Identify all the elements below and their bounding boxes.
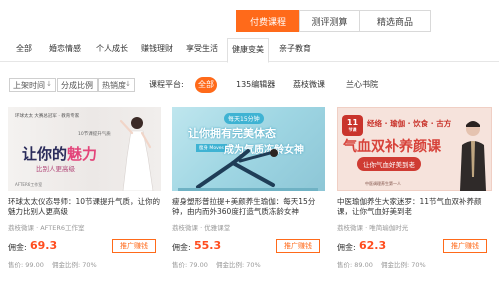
- platform-lanxin[interactable]: 兰心书院: [346, 77, 378, 93]
- sort-arrow-icon: ↓: [125, 80, 131, 88]
- instructor-figure-image: [460, 121, 486, 191]
- thumbnail-subline: 比别人更高级: [36, 165, 75, 173]
- sale-price: 售价: 79.00: [172, 261, 208, 269]
- commission-label: 佣金:: [172, 243, 191, 252]
- commission-rate: 佣金比例: 70%: [215, 261, 261, 269]
- commission-value: 55.3: [194, 239, 222, 252]
- commission-row: 佣金: 62.3 推广赚钱: [337, 239, 492, 253]
- commission-label: 佣金:: [337, 243, 356, 252]
- thumbnail-topics: 经络 · 瑜伽 · 饮食 · 古方: [367, 119, 452, 128]
- yoga-figure-image: [178, 149, 318, 191]
- course-title[interactable]: 中医瑜伽养生大家迷罗：11节气血双补养颜课，让你气血好美到老: [337, 197, 492, 217]
- course-source: 荔枝微课 · AFTER6工作室: [8, 224, 85, 232]
- tab-assessments[interactable]: 测评测算: [299, 10, 360, 32]
- thumbnail-headline: 让你的魅力: [22, 143, 97, 164]
- promote-earn-button[interactable]: 推广赚钱: [443, 239, 487, 253]
- headline-part-a: 让你的: [22, 145, 68, 163]
- promote-earn-button[interactable]: 推广赚钱: [276, 239, 320, 253]
- thumbnail-banner: 让你气血好美到老: [357, 157, 421, 171]
- category-lifestyle[interactable]: 享受生活: [186, 38, 218, 62]
- course-thumbnail[interactable]: 11 节课 经络 · 瑜伽 · 饮食 · 古方 气血双补养颜课 让你气血好美到老 …: [337, 107, 492, 191]
- platform-all[interactable]: 全部: [195, 77, 217, 93]
- sale-price: 售价: 99.00: [8, 261, 44, 269]
- tab-paid-courses[interactable]: 付费课程: [236, 10, 300, 32]
- category-finance[interactable]: 赚钱理财: [141, 38, 173, 62]
- course-meta: 售价: 99.00 佣金比例: 70%: [8, 259, 161, 269]
- course-card[interactable]: 每天15分钟 让你拥有完美体态 瘦身 Moves 成为气质冻龄女神 瘦身塑形普拉…: [172, 107, 325, 269]
- filter-label: 上架时间: [13, 80, 45, 90]
- sort-arrow-icon: ↓: [46, 80, 52, 88]
- filter-label: 热销度: [102, 80, 126, 90]
- course-card[interactable]: 11 节课 经络 · 瑜伽 · 饮食 · 古方 气血双补养颜课 让你气血好美到老 …: [337, 107, 492, 269]
- platform-lizhi[interactable]: 荔枝微课: [293, 77, 325, 93]
- course-title[interactable]: 环球太太仪态导师：10节课提升气质，让你的魅力比别人更高级: [8, 197, 161, 217]
- course-thumbnail[interactable]: 环球太太 大赛总冠军 · 教育专家 10节课提升气质 让你的魅力 比别人更高级 …: [8, 107, 161, 191]
- sort-by-commission-rate[interactable]: 分成比例 ↓: [57, 78, 98, 92]
- thumbnail-tag: 10节课提升气质: [78, 132, 111, 137]
- category-romance[interactable]: 婚恋情感: [49, 38, 81, 62]
- sale-price: 售价: 89.00: [337, 261, 373, 269]
- category-parenting[interactable]: 亲子教育: [279, 38, 311, 62]
- course-source: 荔枝微课 · 唯简瑜伽时光: [337, 224, 409, 232]
- platform-135-editor[interactable]: 135编辑器: [236, 77, 275, 93]
- promote-earn-button[interactable]: 推广赚钱: [112, 239, 156, 253]
- thumbnail-footer: AFTER6工作室: [15, 182, 43, 187]
- woman-figure-image: [119, 117, 154, 191]
- commission-value: 62.3: [359, 239, 387, 252]
- platform-label: 课程平台:: [149, 80, 184, 89]
- course-card[interactable]: 环球太太 大赛总冠军 · 教育专家 10节课提升气质 让你的魅力 比别人更高级 …: [8, 107, 161, 269]
- commission-row: 佣金: 55.3 推广赚钱: [172, 239, 325, 253]
- course-meta: 售价: 79.00 佣金比例: 70%: [172, 259, 325, 269]
- commission-rate: 佣金比例: 70%: [51, 261, 97, 269]
- thumbnail-headline: 让你拥有完美体态: [188, 127, 276, 140]
- sort-by-popularity[interactable]: 热销度 ↓: [98, 78, 135, 92]
- course-meta: 售价: 89.00 佣金比例: 70%: [337, 259, 492, 269]
- lesson-count-badge: 11 节课: [342, 115, 363, 136]
- category-growth[interactable]: 个人成长: [96, 38, 128, 62]
- commission-rate: 佣金比例: 70%: [380, 261, 426, 269]
- commission-value: 69.3: [30, 239, 58, 252]
- commission-row: 佣金: 69.3 推广赚钱: [8, 239, 161, 253]
- lesson-unit: 节课: [348, 126, 357, 132]
- category-all[interactable]: 全部: [16, 38, 32, 62]
- category-health-beauty[interactable]: 健康变美: [227, 38, 269, 63]
- commission-label: 佣金:: [8, 243, 27, 252]
- thumbnail-badge: 每天15分钟: [224, 113, 264, 124]
- top-tab-bar: 付费课程 测评测算 精选商品: [236, 10, 431, 32]
- tab-selected-goods[interactable]: 精选商品: [359, 10, 431, 32]
- thumbnail-top-text: 环球太太 大赛总冠军 · 教育专家: [15, 114, 80, 119]
- course-thumbnail[interactable]: 每天15分钟 让你拥有完美体态 瘦身 Moves 成为气质冻龄女神: [172, 107, 325, 191]
- thumbnail-footer: 中医调理养生第一人: [365, 181, 401, 186]
- thumbnail-headline: 气血双补养颜课: [343, 139, 441, 155]
- sort-by-listing-time[interactable]: 上架时间 ↓: [9, 78, 56, 92]
- category-bar: 全部 婚恋情感 个人成长 赚钱理财 享受生活 健康变美 亲子教育: [0, 38, 499, 63]
- lesson-count: 11: [346, 117, 359, 127]
- course-source: 荔枝微课 · 优雅课堂: [172, 224, 231, 232]
- headline-part-b: 魅力: [67, 145, 98, 163]
- sort-arrow-icon: ↓: [88, 80, 94, 88]
- course-title[interactable]: 瘦身塑形普拉提+美颜养生瑜伽：每天15分钟，由内而外360度打造气质冻龄女神: [172, 197, 325, 217]
